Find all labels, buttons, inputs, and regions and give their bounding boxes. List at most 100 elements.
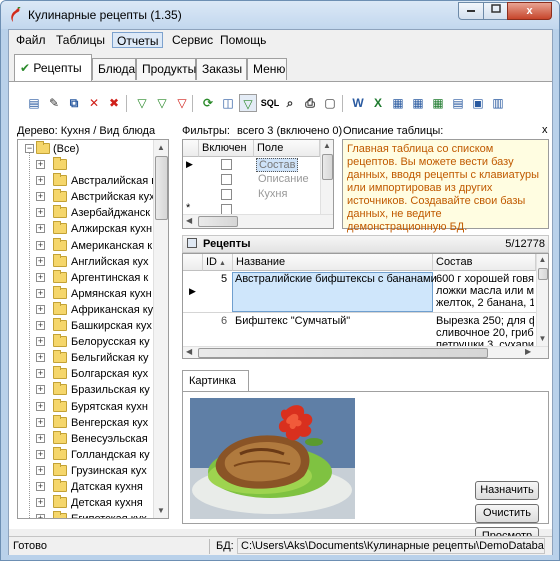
tree-item[interactable]: + Бурятская кухн	[18, 398, 152, 415]
scroll-down-icon[interactable]: ▼	[537, 333, 548, 345]
tab-picture[interactable]: Картинка	[182, 370, 249, 392]
expand-icon[interactable]: +	[36, 482, 45, 491]
expand-icon[interactable]: +	[36, 401, 45, 411]
expand-icon[interactable]: +	[36, 256, 45, 266]
tree-root[interactable]: − (Все)	[18, 141, 152, 157]
collapse-icon[interactable]: −	[25, 144, 34, 153]
tree-item[interactable]: + Датская кухня	[18, 479, 152, 495]
clear-picture-button[interactable]: Очистить	[475, 504, 539, 523]
database-icon[interactable]: ▣	[469, 94, 487, 112]
filters-grid[interactable]: Включен Поле ▶ * Состав Описание Кухня ▲…	[182, 139, 334, 229]
expand-icon[interactable]: +	[36, 321, 45, 330]
recipes-grid[interactable]: ID ▲ Название Состав ▶ 5 Австралийские б…	[182, 253, 549, 359]
recipes-col-name[interactable]: Название	[233, 254, 433, 271]
filters-col-enabled[interactable]: Включен	[199, 140, 254, 157]
tree-item[interactable]: +	[18, 157, 152, 173]
filter-field-cell[interactable]: Кухня	[258, 188, 287, 200]
filters-hscroll-thumb[interactable]	[198, 216, 238, 227]
tree-item[interactable]: + Аргентинская к	[18, 269, 152, 286]
tree-item[interactable]: + Грузинская кух	[18, 462, 152, 479]
print-icon[interactable]: ⎙	[301, 94, 319, 112]
filters-col-field[interactable]: Поле	[254, 140, 320, 157]
expand-icon[interactable]: +	[36, 160, 45, 169]
close-description-icon[interactable]: x	[542, 124, 548, 136]
tab-recipes[interactable]: ✔ Рецепты	[14, 54, 92, 81]
tree-item[interactable]: + Алжирская кухн	[18, 221, 152, 237]
filters-vscroll[interactable]: ▲	[320, 140, 333, 214]
tab-dishes[interactable]: Блюда	[92, 58, 136, 80]
recipes-hscroll[interactable]: ◀ ▶	[183, 346, 548, 358]
report-icon[interactable]: ▤	[449, 94, 467, 112]
tree-item[interactable]: + Австрийская кух	[18, 189, 155, 205]
menu-service[interactable]: Сервис	[168, 32, 217, 48]
tree-item[interactable]: + Азербайджанск	[18, 205, 152, 221]
delete-icon[interactable]: ✕	[85, 94, 103, 112]
csv-icon[interactable]: ▦	[429, 94, 447, 112]
print-preview-icon[interactable]: ▢	[321, 94, 339, 112]
tree-item[interactable]: + Египетская кух	[18, 511, 152, 518]
table-row[interactable]: 6 Бифштекс "Сумчатый" Вырезка 250; для ф…	[183, 314, 536, 351]
excel-icon[interactable]: X	[369, 94, 387, 112]
copy-icon[interactable]: ⧉	[65, 94, 83, 112]
filter-field-cell[interactable]: Описание	[258, 173, 309, 185]
recipes-vscroll[interactable]: ▲ ▼	[536, 254, 548, 346]
filter-icon[interactable]: ▽	[133, 94, 151, 112]
tree-item[interactable]: + Африканская ку	[18, 301, 153, 318]
scroll-left-icon[interactable]: ◀	[186, 347, 192, 356]
table-row[interactable]: ▶ 5 Австралийские бифштексы с бананами 6…	[183, 272, 536, 313]
expand-icon[interactable]: +	[36, 433, 45, 443]
filter-enabled-checkbox[interactable]	[221, 174, 232, 185]
tree-item[interactable]: + Армянская кухн	[18, 285, 152, 302]
scroll-down-icon[interactable]: ▼	[154, 503, 168, 518]
filter-enabled-checkbox[interactable]	[221, 189, 232, 200]
tree-item[interactable]: + Венгерская кух	[18, 414, 152, 431]
export2-icon[interactable]: ▦	[409, 94, 427, 112]
tree-item[interactable]: + Детская кухня	[18, 495, 152, 511]
expand-icon[interactable]: +	[36, 208, 45, 218]
binoculars-icon[interactable]: ⌕	[281, 94, 299, 112]
chart-icon[interactable]: ▥	[489, 94, 507, 112]
tree-item[interactable]: + Американская к	[18, 237, 152, 254]
new-record-icon[interactable]: ▤	[25, 94, 43, 112]
recipe-name[interactable]: Бифштекс "Сумчатый"	[235, 315, 350, 327]
filters-vscroll-thumb[interactable]	[322, 154, 333, 180]
category-tree[interactable]: − (Все) + + Австралийская к + Австрийская кух +…	[17, 139, 169, 519]
tree-item[interactable]: + Болгарская кух	[18, 366, 152, 382]
recipe-name[interactable]: Австралийские бифштексы с бананами	[235, 273, 437, 285]
scroll-up-icon[interactable]: ▲	[154, 140, 168, 155]
tree-item[interactable]: + Белорусская ку	[18, 334, 152, 350]
filters-hscroll[interactable]: ◀	[183, 214, 333, 228]
expand-icon[interactable]: +	[36, 417, 45, 427]
scroll-up-icon[interactable]: ▲	[321, 140, 333, 152]
menu-reports[interactable]: Отчеты	[112, 32, 164, 48]
tree-icon[interactable]: ◫	[219, 94, 237, 112]
tree-item[interactable]: + Голландская ку	[18, 446, 152, 463]
scroll-right-icon[interactable]: ▶	[525, 347, 531, 356]
recipes-vscroll-thumb[interactable]	[538, 268, 548, 280]
scroll-left-icon[interactable]: ◀	[186, 216, 192, 225]
expand-icon[interactable]: +	[36, 337, 45, 347]
expand-icon[interactable]: +	[36, 272, 45, 282]
tree-scrollbar[interactable]: ▲ ▼	[153, 140, 168, 518]
menu-file[interactable]: Файл	[12, 32, 50, 48]
expand-icon[interactable]: +	[36, 449, 45, 459]
expand-icon[interactable]: +	[36, 498, 45, 508]
expand-icon[interactable]: +	[36, 369, 45, 379]
expand-icon[interactable]: +	[36, 514, 45, 518]
tree-item[interactable]: + Башкирская кух	[18, 318, 152, 334]
expand-icon[interactable]: +	[36, 240, 45, 250]
expand-icon[interactable]: +	[36, 304, 45, 314]
recipes-hscroll-thumb[interactable]	[198, 348, 488, 358]
filter-field-cell[interactable]: Состав	[256, 158, 299, 172]
expand-icon[interactable]: +	[36, 176, 45, 186]
tab-products[interactable]: Продукты	[136, 58, 196, 80]
filter-enabled-checkbox[interactable]	[221, 159, 232, 170]
recipes-col-id[interactable]: ID ▲	[203, 254, 233, 271]
tree-item[interactable]: + Бразильская ку	[18, 382, 152, 398]
filter-clear-icon[interactable]: ▽	[153, 94, 171, 112]
maximize-button[interactable]	[483, 2, 508, 20]
filter-remove-icon[interactable]: ▽	[173, 94, 191, 112]
export-icon[interactable]: ▦	[389, 94, 407, 112]
tree-item[interactable]: + Австралийская к	[18, 173, 156, 189]
tree-item[interactable]: + Английская кух	[18, 253, 152, 270]
